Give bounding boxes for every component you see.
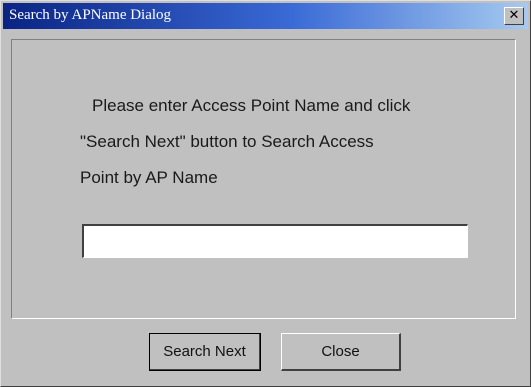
- title-bar[interactable]: Search by APName Dialog ✕: [3, 3, 528, 29]
- message-panel: Please enter Access Point Name and click…: [11, 39, 516, 319]
- dialog-title: Search by APName Dialog: [9, 7, 172, 23]
- instruction-line-2: "Search Next" button to Search Access: [80, 132, 374, 151]
- instruction-line-1: Please enter Access Point Name and click: [92, 96, 411, 115]
- close-button[interactable]: Close: [281, 333, 401, 371]
- search-next-button[interactable]: Search Next: [149, 333, 261, 371]
- search-by-apname-dialog: Search by APName Dialog ✕ Please enter A…: [0, 0, 531, 387]
- instruction-line-3: Point by AP Name: [80, 168, 218, 187]
- ap-name-input[interactable]: [82, 224, 468, 258]
- close-icon[interactable]: ✕: [504, 7, 524, 25]
